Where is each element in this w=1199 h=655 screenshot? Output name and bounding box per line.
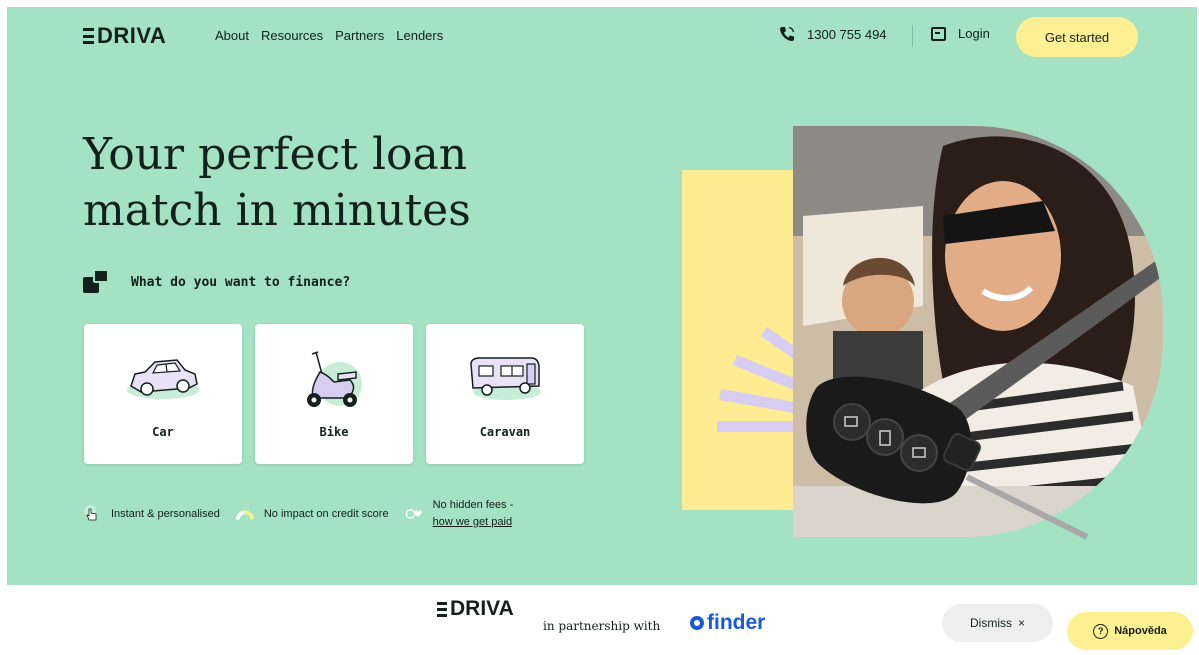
dismiss-button[interactable]: Dismiss × <box>942 604 1053 642</box>
feature-instant-text: Instant & personalised <box>111 508 220 520</box>
car-icon <box>127 359 199 399</box>
close-icon: × <box>1017 616 1025 630</box>
feature-credit: No impact on credit score <box>235 505 389 523</box>
finder-text: finder <box>707 611 766 634</box>
feature-fees-text: No hidden fees - how we get paid <box>433 497 514 531</box>
header-divider <box>912 25 913 47</box>
main-nav: About Resources Partners Lenders <box>215 28 443 43</box>
phone-link[interactable]: 1300 755 494 <box>779 26 887 42</box>
card-car-label: Car <box>152 425 174 439</box>
finder-logo: finder <box>690 611 765 635</box>
footer-driva-logo: DRIVA <box>437 597 514 621</box>
caravan-icon <box>470 357 541 400</box>
logo-bars-icon <box>83 28 94 44</box>
card-caravan[interactable]: Caravan <box>426 324 584 464</box>
card-bike[interactable]: Bike <box>255 324 413 464</box>
gauge-icon <box>235 510 254 520</box>
help-label: Nápověda <box>1114 625 1167 637</box>
finance-options: Car Bike Caravan <box>84 324 584 464</box>
hero-headline: Your perfect loan match in minutes <box>83 127 583 239</box>
question-circle-icon: ? <box>1093 623 1109 639</box>
feature-fees: No hidden fees - how we get paid <box>405 497 514 531</box>
nav-partners[interactable]: Partners <box>335 28 384 43</box>
headline-line-1: Your perfect loan <box>83 129 468 180</box>
footer-logo-bars-icon <box>437 601 447 617</box>
nav-about[interactable]: About <box>215 28 249 43</box>
chat-bubbles-icon <box>83 269 111 295</box>
partnership-text: in partnership with <box>543 619 661 633</box>
login-label: Login <box>958 26 990 41</box>
logo-text: DRIVA <box>97 23 167 48</box>
how-we-get-paid-link[interactable]: how we get paid <box>433 516 513 528</box>
feature-instant: Instant & personalised <box>83 505 220 523</box>
headline-line-2: match in minutes <box>83 185 471 236</box>
hand-pointer-icon <box>84 505 97 521</box>
scooter-icon <box>307 351 362 407</box>
help-button[interactable]: ? Nápověda <box>1067 612 1193 650</box>
phone-icon <box>780 26 795 41</box>
nav-resources[interactable]: Resources <box>261 28 323 43</box>
page: DRIVA About Resources Partners Lenders 1… <box>0 0 1199 655</box>
finder-mark-icon <box>690 616 704 630</box>
finance-question: What do you want to finance? <box>83 269 350 295</box>
get-started-button[interactable]: Get started <box>1016 17 1138 57</box>
dismiss-label: Dismiss <box>969 616 1012 630</box>
hero-section: DRIVA About Resources Partners Lenders 1… <box>7 7 1197 585</box>
footer-logo-text: DRIVA <box>450 597 514 620</box>
card-car[interactable]: Car <box>84 324 242 464</box>
feature-credit-text: No impact on credit score <box>263 508 389 520</box>
nav-lenders[interactable]: Lenders <box>396 28 443 43</box>
car-key-icon <box>806 376 1089 540</box>
heart-link-icon <box>405 509 422 519</box>
finance-question-text: What do you want to finance? <box>131 274 351 290</box>
feature-fees-line: No hidden fees - <box>432 499 514 511</box>
login-icon <box>931 26 946 41</box>
driva-logo[interactable]: DRIVA <box>83 23 166 49</box>
feature-list: Instant & personalised No impact on cred… <box>83 497 529 531</box>
card-caravan-label: Caravan <box>479 425 531 439</box>
card-bike-label: Bike <box>319 425 349 439</box>
partnership-banner: DRIVA in partnership with finder Dismiss… <box>0 585 1199 655</box>
login-link[interactable]: Login <box>931 26 990 41</box>
phone-number: 1300 755 494 <box>807 26 887 42</box>
